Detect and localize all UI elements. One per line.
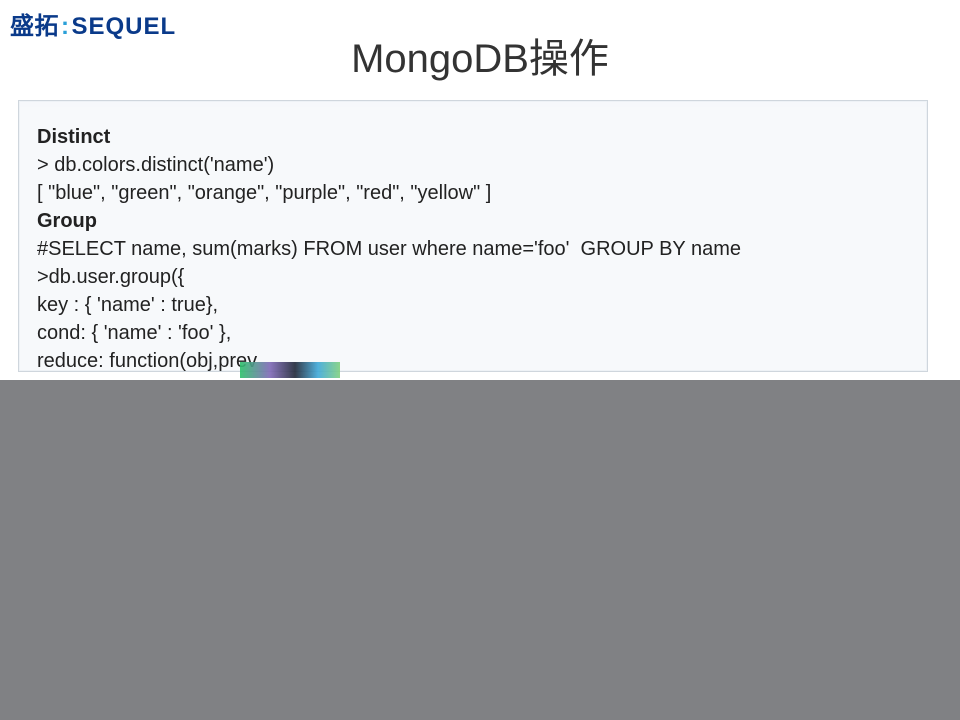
code-line: [ "blue", "green", "orange", "purple", "… xyxy=(37,182,491,204)
code-line: key : { 'name' : true}, xyxy=(37,294,218,316)
code-line: reduce: function(obj,prev xyxy=(37,350,257,372)
code-content: Distinct > db.colors.distinct('name') [ … xyxy=(19,101,927,375)
code-line: > db.colors.distinct('name') xyxy=(37,154,274,176)
code-line: cond: { 'name' : 'foo' }, xyxy=(37,322,231,344)
code-line: >db.user.group({ xyxy=(37,266,184,288)
occluded-region xyxy=(0,380,960,720)
code-panel: Distinct > db.colors.distinct('name') [ … xyxy=(18,100,928,372)
code-line: #SELECT name, sum(marks) FROM user where… xyxy=(37,238,741,260)
heading-group: Group xyxy=(37,210,97,232)
page-title: MongoDB操作 xyxy=(0,26,960,84)
heading-distinct: Distinct xyxy=(37,126,110,148)
artifact-strip xyxy=(240,362,340,378)
